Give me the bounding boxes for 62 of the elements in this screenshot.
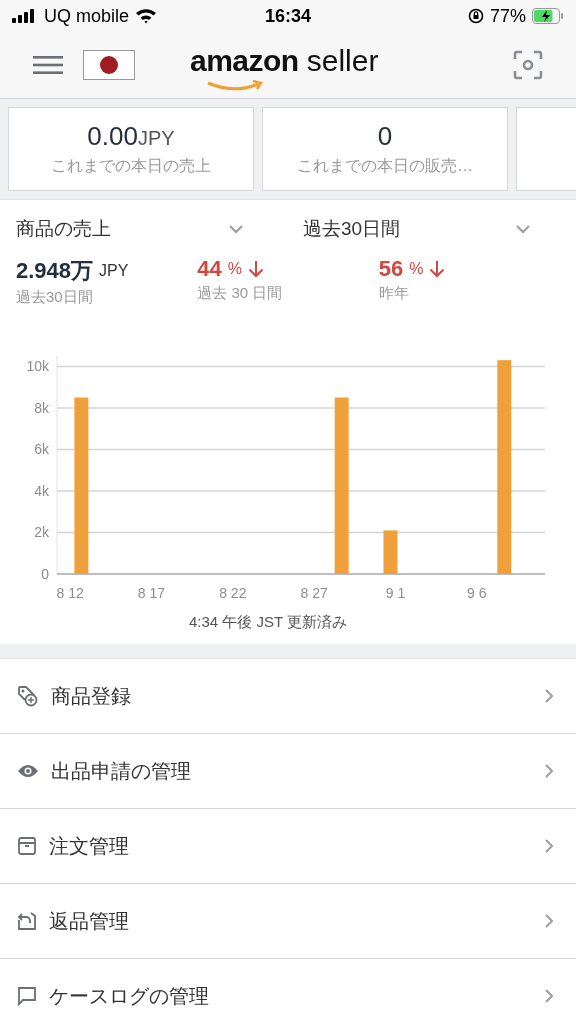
y-axis-label: 8k bbox=[34, 399, 49, 416]
japan-flag-icon[interactable] bbox=[83, 50, 135, 80]
x-axis-label: 8 17 bbox=[137, 585, 166, 601]
carrier-name: UQ mobile bbox=[44, 5, 130, 27]
filter-dropdown[interactable]: 商品の売上 bbox=[16, 216, 283, 242]
metric-value: 2.948万 bbox=[16, 257, 94, 285]
summary-card[interactable]: 0.00JPY これまでの本日の売上 bbox=[8, 107, 254, 191]
metric-unit: JPY bbox=[99, 262, 129, 280]
summary-card[interactable]: 0 これまでの本日の販売… bbox=[262, 107, 508, 191]
chevron-right-icon bbox=[544, 838, 554, 854]
menu-item[interactable]: 返品管理 bbox=[0, 884, 576, 959]
chevron-right-icon bbox=[544, 988, 554, 1004]
battery-percent: 77% bbox=[489, 5, 526, 27]
rotation-lock-icon bbox=[467, 8, 484, 24]
y-axis-label: 0 bbox=[41, 566, 49, 582]
metric-label: 過去 30 日間 bbox=[197, 284, 284, 303]
logo-suffix: seller bbox=[306, 44, 379, 78]
filter-dropdown[interactable]: 過去30日間 bbox=[303, 216, 560, 242]
y-axis-label: 6k bbox=[34, 441, 49, 458]
down-arrow-icon bbox=[429, 260, 446, 278]
chevron-down-icon bbox=[229, 224, 243, 234]
card-label: これまでの本日の販売… bbox=[297, 156, 473, 176]
box-icon bbox=[17, 836, 37, 856]
down-arrow-icon bbox=[248, 260, 265, 278]
x-axis-label: 9 1 bbox=[385, 585, 406, 601]
metric-label: 昨年 bbox=[378, 284, 410, 303]
x-axis-label: 9 6 bbox=[467, 585, 487, 601]
chat-bubble-icon bbox=[17, 986, 37, 1006]
return-box-icon bbox=[17, 911, 37, 931]
chevron-down-icon bbox=[516, 224, 530, 234]
card-value: 0.00JPY bbox=[87, 121, 175, 152]
metric-label: 過去30日間 bbox=[16, 288, 94, 307]
update-time: 4:34 午後 JST 更新済み bbox=[187, 613, 349, 632]
y-axis-label: 4k bbox=[34, 482, 49, 499]
clock-time: 16:34 bbox=[264, 5, 311, 27]
chevron-right-icon bbox=[544, 763, 554, 779]
metric-value: 44 bbox=[197, 256, 222, 282]
x-axis-label: 8 12 bbox=[56, 585, 84, 601]
card-value: 0 bbox=[377, 121, 393, 152]
menu-item[interactable]: ケースログの管理 bbox=[0, 959, 576, 1024]
chevron-right-icon bbox=[544, 913, 554, 929]
menu-icon[interactable] bbox=[33, 55, 63, 75]
x-axis-label: 8 27 bbox=[300, 585, 328, 601]
battery-icon bbox=[532, 8, 564, 24]
card-label: これまでの本日の売上 bbox=[51, 156, 211, 176]
x-axis-label: 8 22 bbox=[219, 585, 247, 601]
y-axis-label: 2k bbox=[34, 524, 49, 541]
metric-value: 56 bbox=[378, 256, 404, 282]
logo-wordmark: amazon bbox=[190, 44, 299, 78]
smile-arrow-icon bbox=[206, 80, 266, 92]
metric-unit: % bbox=[409, 260, 424, 278]
chevron-right-icon bbox=[544, 688, 554, 704]
eye-icon bbox=[17, 764, 39, 778]
wifi-icon bbox=[135, 8, 158, 24]
tag-plus-icon bbox=[17, 685, 39, 707]
metric-unit: % bbox=[227, 260, 243, 278]
y-axis-label: 10k bbox=[26, 358, 49, 375]
menu-item[interactable]: 注文管理 bbox=[0, 809, 576, 884]
scan-icon[interactable] bbox=[513, 50, 543, 80]
bar bbox=[383, 530, 398, 574]
menu-item[interactable]: 商品登録 bbox=[0, 659, 576, 734]
menu-item[interactable]: 出品申請の管理 bbox=[0, 734, 576, 809]
